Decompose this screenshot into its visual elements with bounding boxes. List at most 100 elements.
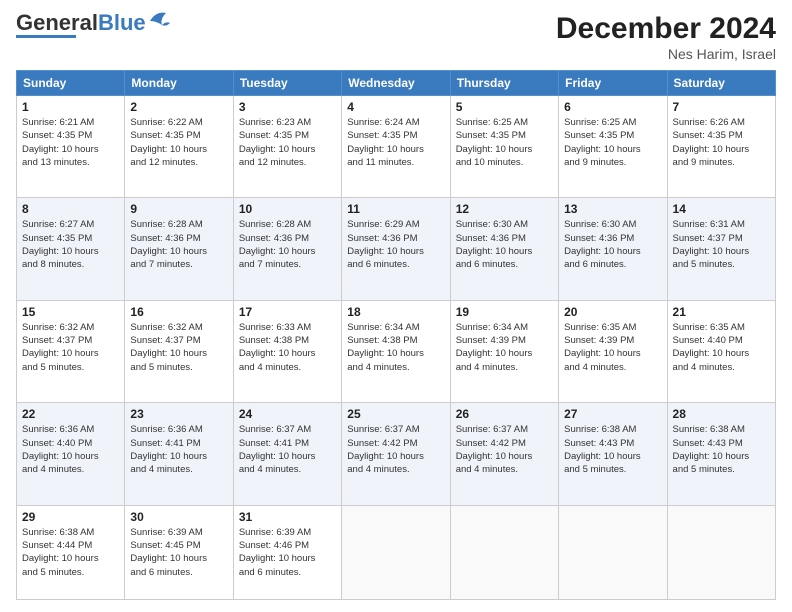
day-info: Sunrise: 6:26 AMSunset: 4:35 PMDaylight:… [673,116,770,169]
logo-general: General [16,10,98,35]
day-info: Sunrise: 6:39 AMSunset: 4:46 PMDaylight:… [239,526,336,579]
day-number: 2 [130,100,227,114]
calendar-cell: 1Sunrise: 6:21 AMSunset: 4:35 PMDaylight… [17,96,125,198]
day-info: Sunrise: 6:30 AMSunset: 4:36 PMDaylight:… [564,218,661,271]
day-info: Sunrise: 6:25 AMSunset: 4:35 PMDaylight:… [564,116,661,169]
calendar-cell: 8 Sunrise: 6:27 AMSunset: 4:35 PMDaylight… [17,198,125,300]
day-number: 15 [22,305,119,319]
day-number: 30 [130,510,227,524]
logo-text: GeneralBlue [16,12,146,34]
calendar-cell: 20Sunrise: 6:35 AMSunset: 4:39 PMDayligh… [559,300,667,402]
calendar-day-header: Thursday [450,71,558,96]
day-number: 19 [456,305,553,319]
day-info: Sunrise: 6:35 AMSunset: 4:40 PMDaylight:… [673,321,770,374]
day-number: 6 [564,100,661,114]
day-info: Sunrise: 6:38 AMSunset: 4:44 PMDaylight:… [22,526,119,579]
calendar-cell [559,505,667,599]
day-info: Sunrise: 6:27 AMSunset: 4:35 PMDaylight:… [22,218,119,271]
day-number: 16 [130,305,227,319]
day-number: 8 [22,202,119,216]
day-info: Sunrise: 6:30 AMSunset: 4:36 PMDaylight:… [456,218,553,271]
day-number: 20 [564,305,661,319]
calendar-cell: 5 Sunrise: 6:25 AMSunset: 4:35 PMDaylight… [450,96,558,198]
day-info: Sunrise: 6:34 AMSunset: 4:38 PMDaylight:… [347,321,444,374]
day-number: 26 [456,407,553,421]
logo: GeneralBlue [16,12,170,38]
day-info: Sunrise: 6:37 AMSunset: 4:42 PMDaylight:… [456,423,553,476]
calendar-cell [667,505,775,599]
calendar-day-header: Monday [125,71,233,96]
day-info: Sunrise: 6:36 AMSunset: 4:41 PMDaylight:… [130,423,227,476]
day-number: 23 [130,407,227,421]
day-number: 5 [456,100,553,114]
header: GeneralBlue December 2024 Nes Harim, Isr… [16,12,776,62]
calendar-cell: 7 Sunrise: 6:26 AMSunset: 4:35 PMDaylight… [667,96,775,198]
calendar-cell: 25 Sunrise: 6:37 AMSunset: 4:42 PMDayligh… [342,403,450,505]
calendar-cell: 28 Sunrise: 6:38 AMSunset: 4:43 PMDayligh… [667,403,775,505]
day-number: 13 [564,202,661,216]
calendar-cell: 10 Sunrise: 6:28 AMSunset: 4:36 PMDayligh… [233,198,341,300]
calendar-cell [450,505,558,599]
day-info: Sunrise: 6:24 AMSunset: 4:35 PMDaylight:… [347,116,444,169]
month-title: December 2024 [556,12,776,46]
day-info: Sunrise: 6:31 AMSunset: 4:37 PMDaylight:… [673,218,770,271]
day-number: 25 [347,407,444,421]
day-number: 28 [673,407,770,421]
calendar-cell: 9Sunrise: 6:28 AMSunset: 4:36 PMDaylight… [125,198,233,300]
calendar-day-header: Sunday [17,71,125,96]
calendar-table: SundayMondayTuesdayWednesdayThursdayFrid… [16,70,776,600]
day-info: Sunrise: 6:22 AMSunset: 4:35 PMDaylight:… [130,116,227,169]
day-number: 24 [239,407,336,421]
calendar-cell: 14 Sunrise: 6:31 AMSunset: 4:37 PMDayligh… [667,198,775,300]
title-area: December 2024 Nes Harim, Israel [556,12,776,62]
day-number: 14 [673,202,770,216]
calendar-cell: 29Sunrise: 6:38 AMSunset: 4:44 PMDayligh… [17,505,125,599]
calendar-cell: 23 Sunrise: 6:36 AMSunset: 4:41 PMDayligh… [125,403,233,505]
day-number: 4 [347,100,444,114]
calendar-day-header: Saturday [667,71,775,96]
calendar-cell: 12 Sunrise: 6:30 AMSunset: 4:36 PMDayligh… [450,198,558,300]
day-number: 9 [130,202,227,216]
calendar-day-header: Tuesday [233,71,341,96]
calendar-cell: 16 Sunrise: 6:32 AMSunset: 4:37 PMDayligh… [125,300,233,402]
day-number: 21 [673,305,770,319]
day-info: Sunrise: 6:32 AMSunset: 4:37 PMDaylight:… [130,321,227,374]
calendar-cell: 15 Sunrise: 6:32 AMSunset: 4:37 PMDayligh… [17,300,125,402]
day-info: Sunrise: 6:28 AMSunset: 4:36 PMDaylight:… [239,218,336,271]
calendar-day-header: Friday [559,71,667,96]
calendar-cell: 19 Sunrise: 6:34 AMSunset: 4:39 PMDayligh… [450,300,558,402]
calendar-cell: 31 Sunrise: 6:39 AMSunset: 4:46 PMDayligh… [233,505,341,599]
calendar-cell: 3Sunrise: 6:23 AMSunset: 4:35 PMDaylight… [233,96,341,198]
day-number: 3 [239,100,336,114]
calendar-day-header: Wednesday [342,71,450,96]
day-info: Sunrise: 6:36 AMSunset: 4:40 PMDaylight:… [22,423,119,476]
calendar-cell: 24 Sunrise: 6:37 AMSunset: 4:41 PMDayligh… [233,403,341,505]
day-info: Sunrise: 6:37 AMSunset: 4:42 PMDaylight:… [347,423,444,476]
calendar-cell: 21 Sunrise: 6:35 AMSunset: 4:40 PMDayligh… [667,300,775,402]
calendar-cell: 4 Sunrise: 6:24 AMSunset: 4:35 PMDaylight… [342,96,450,198]
day-info: Sunrise: 6:32 AMSunset: 4:37 PMDaylight:… [22,321,119,374]
day-number: 17 [239,305,336,319]
day-info: Sunrise: 6:25 AMSunset: 4:35 PMDaylight:… [456,116,553,169]
day-info: Sunrise: 6:38 AMSunset: 4:43 PMDaylight:… [673,423,770,476]
calendar-cell: 18 Sunrise: 6:34 AMSunset: 4:38 PMDayligh… [342,300,450,402]
day-number: 27 [564,407,661,421]
location: Nes Harim, Israel [556,46,776,62]
calendar-cell: 22Sunrise: 6:36 AMSunset: 4:40 PMDayligh… [17,403,125,505]
day-info: Sunrise: 6:33 AMSunset: 4:38 PMDaylight:… [239,321,336,374]
calendar-cell: 27 Sunrise: 6:38 AMSunset: 4:43 PMDayligh… [559,403,667,505]
day-info: Sunrise: 6:38 AMSunset: 4:43 PMDaylight:… [564,423,661,476]
day-number: 7 [673,100,770,114]
calendar-cell: 11Sunrise: 6:29 AMSunset: 4:36 PMDayligh… [342,198,450,300]
day-info: Sunrise: 6:39 AMSunset: 4:45 PMDaylight:… [130,526,227,579]
day-number: 12 [456,202,553,216]
page: GeneralBlue December 2024 Nes Harim, Isr… [0,0,792,612]
day-number: 10 [239,202,336,216]
day-info: Sunrise: 6:37 AMSunset: 4:41 PMDaylight:… [239,423,336,476]
day-number: 31 [239,510,336,524]
day-info: Sunrise: 6:34 AMSunset: 4:39 PMDaylight:… [456,321,553,374]
calendar-cell: 6 Sunrise: 6:25 AMSunset: 4:35 PMDaylight… [559,96,667,198]
day-info: Sunrise: 6:29 AMSunset: 4:36 PMDaylight:… [347,218,444,271]
calendar-cell: 17 Sunrise: 6:33 AMSunset: 4:38 PMDayligh… [233,300,341,402]
day-number: 18 [347,305,444,319]
